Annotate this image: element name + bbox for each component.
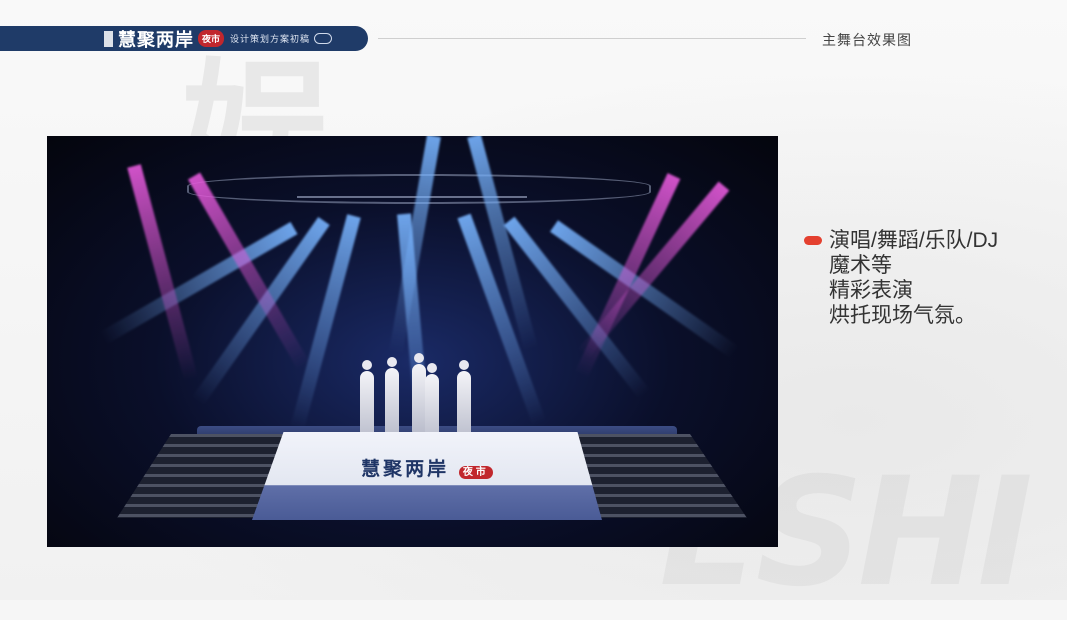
- logo-title: 慧聚两岸: [118, 29, 194, 51]
- light-beam: [99, 221, 298, 345]
- logo-subtitle: 设计策划方案初稿: [230, 35, 311, 45]
- performer-figure: [457, 360, 471, 441]
- logo-icon: [104, 30, 113, 47]
- logo-seal: 夜市: [198, 30, 225, 47]
- section-title: 主舞台效果图: [822, 32, 912, 48]
- bullet-line: 演唱/舞蹈/乐队/DJ: [829, 229, 999, 252]
- bullet-marker-icon: [804, 236, 822, 245]
- stage-render-image: 慧聚两岸 夜市: [47, 136, 778, 547]
- performer-figure: [412, 353, 426, 434]
- led-screen: 慧聚两岸 夜市: [252, 432, 602, 520]
- screen-seal: 夜市: [458, 465, 493, 479]
- cloud-ornament-icon: [314, 33, 333, 44]
- screen-title: 慧聚两岸 夜市: [252, 454, 602, 481]
- screen-title-text: 慧聚两岸: [361, 458, 450, 480]
- performer-figure: [360, 360, 374, 441]
- bullet-text-block: 演唱/舞蹈/乐队/DJ 魔术等 精彩表演 烘托现场气氛。: [829, 228, 998, 328]
- light-beam: [127, 164, 198, 381]
- bullet-line: 烘托现场气氛。: [829, 304, 976, 327]
- bullet-line: 魔术等: [829, 254, 892, 277]
- header-divider: [378, 38, 806, 39]
- bullet-line: 精彩表演: [829, 279, 913, 302]
- header-brand-bar: 慧聚两岸 夜市 设计策划方案初稿: [0, 26, 368, 51]
- performer-figure: [385, 357, 399, 438]
